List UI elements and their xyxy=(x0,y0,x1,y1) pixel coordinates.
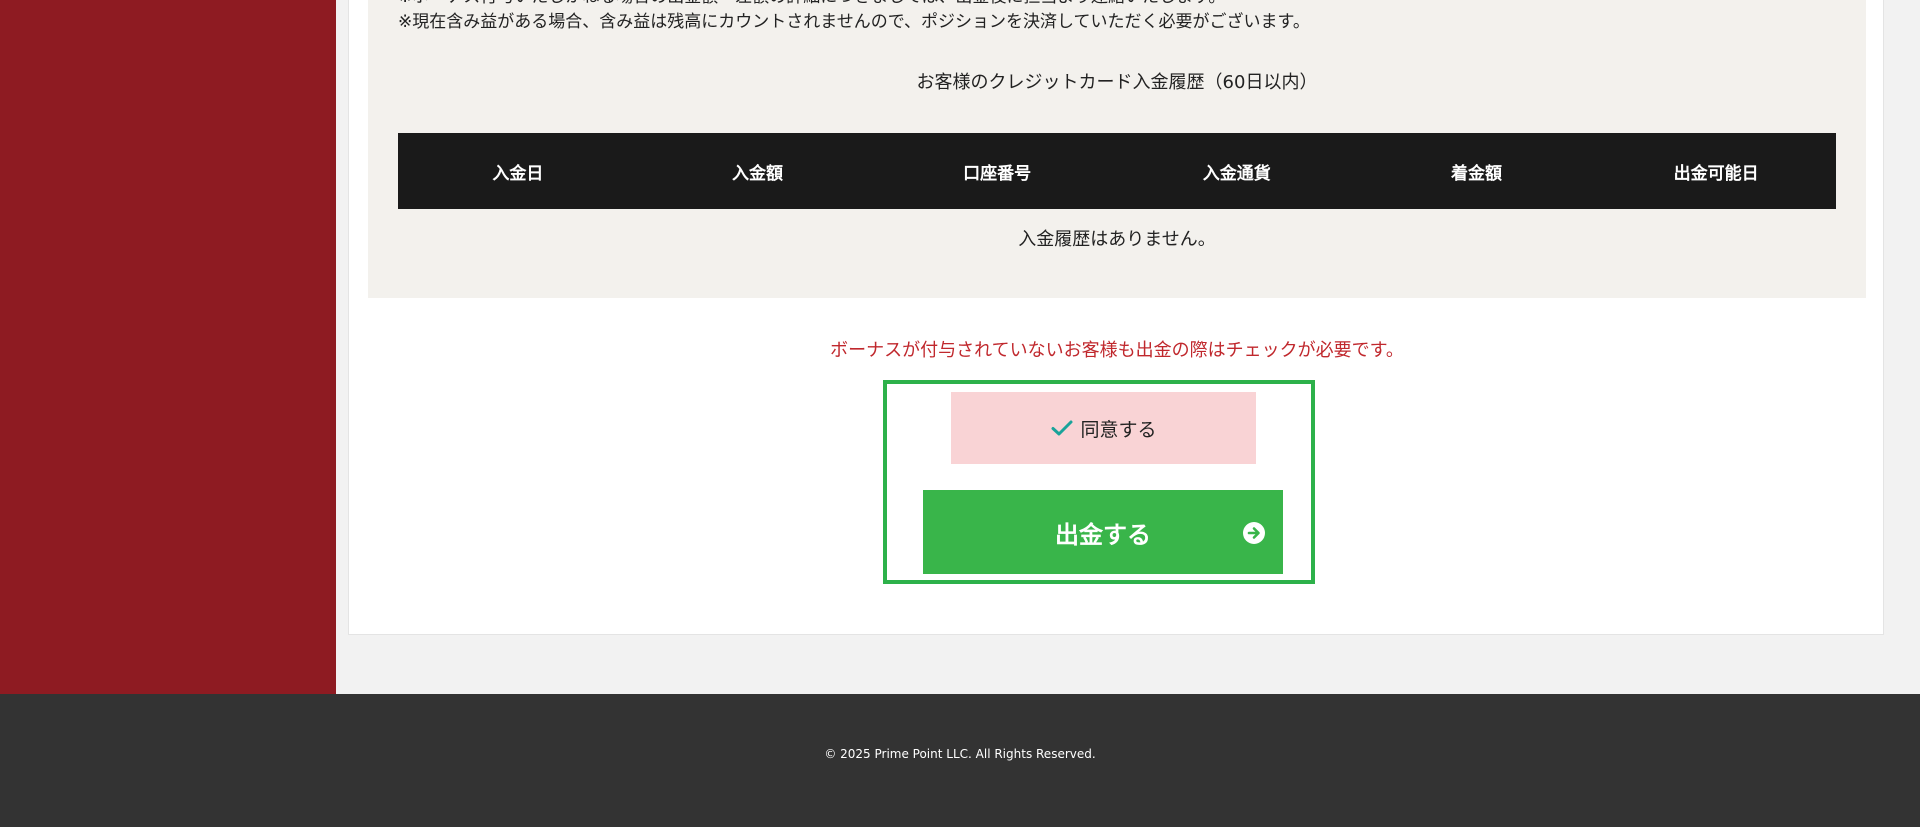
column-header-received-amount: 着金額 xyxy=(1450,163,1502,184)
check-icon xyxy=(1051,420,1073,436)
history-title: お客様のクレジットカード入金履歴（60日以内） xyxy=(916,72,1318,93)
copyright-text: © 2025 Prime Point LLC. All Rights Reser… xyxy=(824,747,1096,761)
column-header-deposit-currency: 入金通貨 xyxy=(1202,163,1271,184)
withdraw-button[interactable]: 出金する xyxy=(923,490,1283,574)
arrow-circle-right-icon xyxy=(1243,522,1265,544)
footer: © 2025 Prime Point LLC. All Rights Reser… xyxy=(0,694,1920,827)
sidebar xyxy=(0,0,336,694)
deposit-history-table: 入金日 入金額 口座番号 入金通貨 着金額 出金可能日 入金履歴はありません。 xyxy=(398,133,1836,267)
agree-submit-area: 同意する 出金する xyxy=(883,380,1315,584)
column-header-account-number: 口座番号 xyxy=(963,163,1032,184)
credit-card-history-panel: ※ボーナス付与いたしかねる場合の出金額・差額の詳細につきましては、出金後に担当よ… xyxy=(368,0,1866,298)
column-header-deposit-date: 入金日 xyxy=(492,163,544,184)
withdrawal-form-card: ※ボーナス付与いたしかねる場合の出金額・差額の詳細につきましては、出金後に担当よ… xyxy=(348,0,1884,635)
empty-history-message: 入金履歴はありません。 xyxy=(1018,229,1216,250)
page: ※ボーナス付与いたしかねる場合の出金額・差額の詳細につきましては、出金後に担当よ… xyxy=(0,0,1920,827)
withdraw-button-label: 出金する xyxy=(1055,520,1151,549)
check-required-warning: ボーナスが付与されていないお客様も出金の際はチェックが必要です。 xyxy=(830,340,1404,361)
column-header-withdrawable-date: 出金可能日 xyxy=(1673,163,1759,184)
column-header-deposit-amount: 入金額 xyxy=(731,163,783,184)
bonus-note-text: ※ボーナス付与いたしかねる場合の出金額・差額の詳細につきましては、出金後に担当よ… xyxy=(398,0,1225,8)
table-header-row: 入金日 入金額 口座番号 入金通貨 着金額 出金可能日 xyxy=(398,133,1836,209)
agree-label: 同意する xyxy=(1080,418,1157,441)
table-row: 入金履歴はありません。 xyxy=(398,209,1836,267)
agree-checkbox[interactable]: 同意する xyxy=(951,392,1256,464)
unrealized-profit-note: ※現在含み益がある場合、含み益は残高にカウントされませんので、ポジションを決済し… xyxy=(398,12,1310,32)
